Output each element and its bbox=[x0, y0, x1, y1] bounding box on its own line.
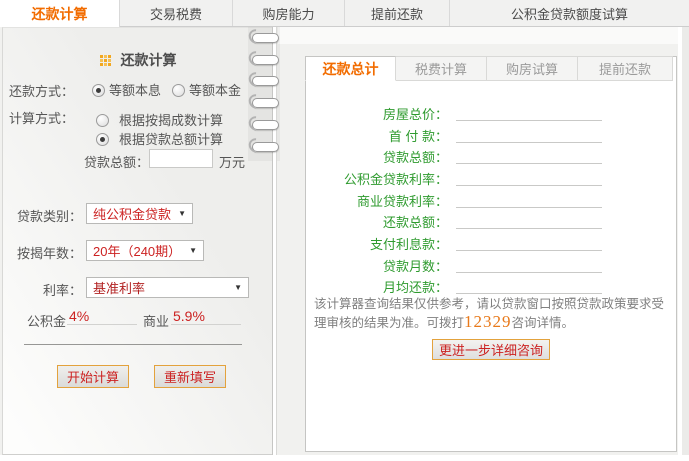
loan-total-input[interactable] bbox=[149, 149, 213, 168]
tab-repayment-total[interactable]: 还款总计 bbox=[305, 56, 396, 81]
interest-paid-input[interactable] bbox=[456, 232, 602, 251]
field-label: 首 付 款： bbox=[306, 126, 448, 145]
divider bbox=[24, 344, 242, 345]
rate-label: 利率： bbox=[43, 280, 82, 299]
top-tab-purchase-ability[interactable]: 购房能力 bbox=[233, 0, 345, 26]
mortgage-years-value: 20年（240期） bbox=[93, 241, 181, 260]
radio-by-mortgage-ratio[interactable] bbox=[96, 114, 109, 127]
radio-label: 根据贷款总额计算 bbox=[119, 132, 223, 147]
tab-early-repayment[interactable]: 提前还款 bbox=[578, 56, 673, 81]
top-tab-early-repayment[interactable]: 提前还款 bbox=[345, 0, 450, 26]
left-panel-title-text: 还款计算 bbox=[121, 52, 177, 68]
field-row-repayment-total: 还款总额： bbox=[306, 210, 676, 230]
binder-ring-icon bbox=[252, 120, 279, 130]
rate-value: 基准利率 bbox=[93, 278, 145, 297]
loan-type-label: 贷款类别： bbox=[17, 206, 82, 225]
note-text: 咨询详情。 bbox=[512, 316, 575, 330]
top-tab-bar: 还款计算 交易税费 购房能力 提前还款 公积金贷款额度试算 bbox=[0, 0, 689, 27]
mortgage-years-dropdown[interactable]: 20年（240期） ▼ bbox=[86, 240, 204, 261]
field-row-down-payment: 首 付 款： bbox=[306, 124, 676, 144]
calc-method-label: 计算方式： bbox=[9, 108, 74, 127]
left-panel-title: 还款计算 bbox=[3, 50, 273, 70]
binder-ring-icon bbox=[252, 55, 279, 65]
radio-option-by-mortgage-ratio[interactable]: 根据按揭成数计算 bbox=[96, 110, 223, 129]
field-row-monthly-payment: 月均还款： bbox=[306, 275, 676, 295]
chevron-down-icon: ▼ bbox=[234, 283, 242, 292]
left-form-panel: 还款计算 还款方式： 等额本息 等额本金 计算方式： 根据按揭成数计算 根据贷款… bbox=[2, 27, 273, 455]
hotline-number: 12329 bbox=[464, 312, 512, 331]
repay-method-label: 还款方式： bbox=[9, 81, 74, 100]
field-row-house-total-price: 房屋总价： bbox=[306, 102, 676, 122]
loan-total-unit: 万元 bbox=[219, 152, 245, 171]
start-calculate-button[interactable]: 开始计算 bbox=[57, 365, 129, 388]
fund-rate-label: 公积金 bbox=[27, 311, 66, 330]
field-row-interest-paid: 支付利息款： bbox=[306, 232, 676, 252]
binder-ring-icon bbox=[252, 142, 279, 152]
chevron-down-icon: ▼ bbox=[189, 246, 197, 255]
top-tab-fund-loan-quota[interactable]: 公积金贷款额度试算 bbox=[450, 0, 689, 26]
radio-option-equal-principal[interactable]: 等额本金 bbox=[172, 80, 241, 99]
detailed-consult-button[interactable]: 更进一步详细咨询 bbox=[432, 339, 550, 360]
field-label: 月均还款： bbox=[306, 277, 448, 296]
loan-type-dropdown[interactable]: 纯公积金贷款 ▼ bbox=[86, 203, 193, 224]
commercial-rate-label: 商业 bbox=[143, 311, 169, 330]
monthly-payment-input[interactable] bbox=[456, 275, 602, 294]
field-label: 贷款总额： bbox=[306, 147, 448, 166]
commercial-rate-input[interactable] bbox=[171, 307, 241, 325]
reset-button[interactable]: 重新填写 bbox=[154, 365, 226, 388]
field-label: 还款总额： bbox=[306, 212, 448, 231]
tab-purchase-trial[interactable]: 购房试算 bbox=[487, 56, 578, 81]
binder-ring-icon bbox=[252, 76, 279, 86]
field-label: 公积金贷款利率： bbox=[306, 169, 448, 188]
binding-line bbox=[272, 27, 277, 455]
right-edge-gray-strip bbox=[682, 27, 689, 455]
field-row-fund-loan-rate: 公积金贷款利率： bbox=[306, 167, 676, 187]
field-label: 房屋总价： bbox=[306, 104, 448, 123]
house-total-price-input[interactable] bbox=[456, 102, 602, 121]
loan-type-value: 纯公积金贷款 bbox=[93, 204, 171, 223]
bottom-white-strip bbox=[0, 455, 689, 461]
down-payment-input[interactable] bbox=[456, 124, 602, 143]
loan-total-result-input[interactable] bbox=[456, 145, 602, 164]
top-white-band bbox=[278, 27, 689, 44]
field-row-loan-months: 贷款月数： bbox=[306, 254, 676, 274]
top-tab-repayment-calc[interactable]: 还款计算 bbox=[0, 0, 120, 28]
radio-label: 等额本金 bbox=[189, 83, 241, 98]
field-row-loan-total: 贷款总额： bbox=[306, 145, 676, 165]
disclaimer-note: 该计算器查询结果仅供参考，请以贷款窗口按照贷款政策要求受理审核的结果为准。可拨打… bbox=[314, 295, 672, 332]
fund-loan-rate-input[interactable] bbox=[456, 167, 602, 186]
commercial-loan-rate-input[interactable] bbox=[456, 189, 602, 208]
radio-option-equal-principal-interest[interactable]: 等额本息 bbox=[92, 80, 161, 99]
grid-bullet-icon bbox=[100, 55, 111, 66]
loan-total-label: 贷款总额： bbox=[84, 152, 149, 171]
field-label: 商业贷款利率： bbox=[306, 191, 448, 210]
field-label: 支付利息款： bbox=[306, 234, 448, 253]
radio-option-by-loan-total[interactable]: 根据贷款总额计算 bbox=[96, 129, 223, 148]
results-card: 还款总计 税费计算 购房试算 提前还款 房屋总价： 首 付 款： 贷款总额： 公… bbox=[305, 56, 677, 452]
field-label: 贷款月数： bbox=[306, 256, 448, 275]
radio-label: 根据按揭成数计算 bbox=[119, 113, 223, 128]
results-tab-bar: 还款总计 税费计算 购房试算 提前还款 bbox=[305, 56, 673, 81]
binder-ring-icon bbox=[252, 98, 279, 108]
radio-label: 等额本息 bbox=[109, 83, 161, 98]
repayment-total-input[interactable] bbox=[456, 210, 602, 229]
fund-rate-input[interactable] bbox=[67, 307, 137, 325]
chevron-down-icon: ▼ bbox=[178, 209, 186, 218]
radio-equal-principal[interactable] bbox=[172, 84, 185, 97]
radio-equal-principal-interest[interactable] bbox=[92, 84, 105, 97]
loan-months-input[interactable] bbox=[456, 254, 602, 273]
radio-by-loan-total[interactable] bbox=[96, 133, 109, 146]
field-row-commercial-loan-rate: 商业贷款利率： bbox=[306, 189, 676, 209]
mortgage-years-label: 按揭年数： bbox=[17, 243, 82, 262]
loan-calculator-screen: 还款计算 交易税费 购房能力 提前还款 公积金贷款额度试算 还款计算 还款方式：… bbox=[0, 0, 689, 461]
tab-tax-calc[interactable]: 税费计算 bbox=[396, 56, 487, 81]
binder-ring-icon bbox=[252, 33, 279, 43]
top-tab-transaction-tax[interactable]: 交易税费 bbox=[120, 0, 233, 26]
rate-dropdown[interactable]: 基准利率 ▼ bbox=[86, 277, 249, 298]
